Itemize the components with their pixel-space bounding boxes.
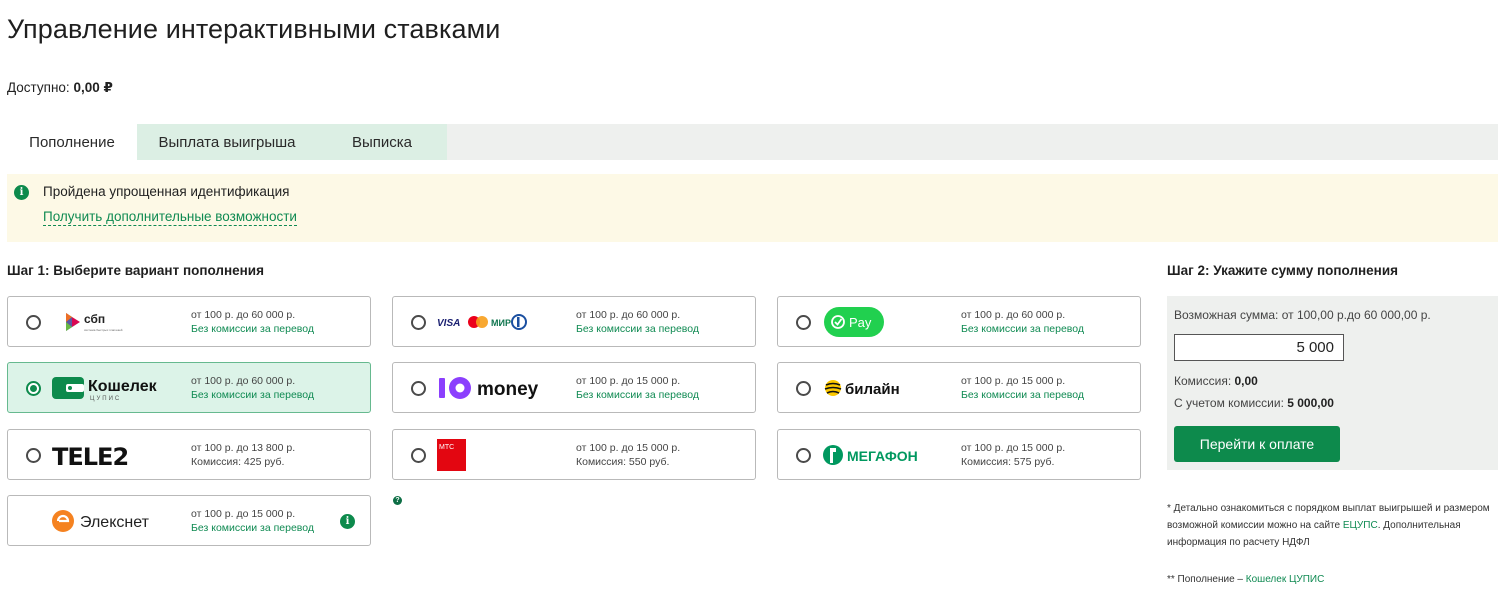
method-fee: Без комиссии за перевод <box>191 522 314 534</box>
method-limits: от 100 р. до 15 000 р. <box>576 375 681 387</box>
total-with-commission: С учетом комиссии: 5 000,00 <box>1174 396 1334 410</box>
method-card-koshelek[interactable]: Кошелек ЦУПИС от 100 р. до 60 000 р. Без… <box>7 362 371 413</box>
method-card-mts[interactable]: МТС от 100 р. до 15 000 р. Комиссия: 550… <box>392 429 756 480</box>
footnote: * Детально ознакомиться с порядком выпла… <box>1167 500 1497 551</box>
sbp-logo-icon: сбп система быстрых платежей <box>66 312 123 332</box>
mir-logo-text: МИР <box>491 318 511 328</box>
radio-button[interactable] <box>411 315 426 330</box>
radio-button[interactable] <box>796 381 811 396</box>
proceed-to-payment-button[interactable]: Перейти к оплате <box>1174 426 1340 462</box>
help-icon[interactable]: ? <box>393 496 402 505</box>
commission-label: Комиссия: <box>1174 374 1232 388</box>
method-fee: Без комиссии за перевод <box>961 389 1084 401</box>
sbp-logo-sub: система быстрых платежей <box>84 328 123 332</box>
method-limits: от 100 р. до 15 000 р. <box>191 508 296 520</box>
balance: Доступно: 0,00 ₽ <box>7 80 113 96</box>
step1-title: Шаг 1: Выберите вариант пополнения <box>7 263 264 278</box>
radio-button[interactable] <box>26 448 41 463</box>
radio-button[interactable] <box>411 381 426 396</box>
method-limits: от 100 р. до 13 800 р. <box>191 442 296 454</box>
total-value: 5 000,00 <box>1287 396 1334 410</box>
method-card-beeline[interactable]: билайн от 100 р. до 15 000 р. Без комисс… <box>777 362 1141 413</box>
total-label: С учетом комиссии: <box>1174 396 1284 410</box>
tele2-logo-icon: TELE2 <box>52 443 129 471</box>
notice-text: Пройдена упрощенная идентификация <box>43 184 290 199</box>
method-card-bank-cards[interactable]: VISA МИР от 100 р. до 60 000 р. Без коми… <box>392 296 756 347</box>
tab-deposit[interactable]: Пополнение <box>7 124 137 160</box>
commission-value: 0,00 <box>1234 374 1258 388</box>
commission: Комиссия: 0,00 <box>1174 374 1258 388</box>
page-title: Управление интерактивными ставками <box>7 14 501 44</box>
method-card-sberpay[interactable]: Pay от 100 р. до 60 000 р. Без комиссии … <box>777 296 1141 347</box>
method-fee: Без комиссии за перевод <box>191 389 314 401</box>
koshelek-logo-sub: ЦУПИС <box>90 396 121 402</box>
method-fee: Без комиссии за перевод <box>191 323 314 335</box>
method-fee: Комиссия: 550 руб. <box>576 456 670 468</box>
tele2-logo-text: TELE2 <box>52 443 128 471</box>
footnote-deposit-prefix: ** Пополнение – <box>1167 574 1246 585</box>
sbp-logo-text: сбп <box>84 312 105 326</box>
beeline-logo-text: билайн <box>845 381 900 398</box>
amount-panel: Возможная сумма: от 100,00 р.до 60 000,0… <box>1167 296 1498 470</box>
more-features-link[interactable]: Получить дополнительные возможности <box>43 209 297 226</box>
method-fee: Комиссия: 425 руб. <box>191 456 285 468</box>
amount-range: Возможная сумма: от 100,00 р.до 60 000,0… <box>1174 308 1431 322</box>
method-card-sbp[interactable]: сбп система быстрых платежей от 100 р. д… <box>7 296 371 347</box>
amount-input[interactable] <box>1174 334 1344 361</box>
identification-notice: i Пройдена упрощенная идентификация Полу… <box>7 174 1498 242</box>
bank-cards-logo-icon: VISA МИР <box>437 314 527 330</box>
mts-logo-icon: МТС <box>437 439 466 471</box>
mts-logo-text: МТС <box>439 444 454 451</box>
tab-statement[interactable]: Выписка <box>317 124 447 160</box>
koshelek-cupis-link[interactable]: Кошелек ЦУПИС <box>1246 574 1325 585</box>
yoomoney-logo-icon: money <box>439 377 539 400</box>
sberpay-logo-icon: Pay <box>824 307 884 337</box>
balance-label: Доступно: <box>7 80 70 95</box>
sberpay-logo-text: Pay <box>849 315 872 330</box>
info-icon[interactable]: i <box>340 514 355 529</box>
radio-button[interactable] <box>796 315 811 330</box>
megafon-logo-text: МЕГАФОН <box>847 448 918 464</box>
method-fee: Без комиссии за перевод <box>961 323 1084 335</box>
method-limits: от 100 р. до 60 000 р. <box>576 309 681 321</box>
megafon-logo-icon: МЕГАФОН <box>823 445 918 465</box>
radio-button[interactable] <box>796 448 811 463</box>
ecups-link[interactable]: ЕЦУПС <box>1343 520 1378 531</box>
method-card-eleksnet[interactable]: Элекснет от 100 р. до 15 000 р. Без коми… <box>7 495 371 546</box>
method-card-tele2[interactable]: TELE2 от 100 р. до 13 800 р. Комиссия: 4… <box>7 429 371 480</box>
yoomoney-logo-text: money <box>477 379 539 400</box>
footnote-deposit: ** Пополнение – Кошелек ЦУПИС <box>1167 574 1324 585</box>
radio-button[interactable] <box>26 381 41 396</box>
radio-button[interactable] <box>26 315 41 330</box>
method-limits: от 100 р. до 15 000 р. <box>576 442 681 454</box>
balance-value: 0,00 ₽ <box>73 80 113 95</box>
beeline-logo-icon: билайн <box>824 380 900 398</box>
method-fee: Без комиссии за перевод <box>576 323 699 335</box>
method-limits: от 100 р. до 60 000 р. <box>191 375 296 387</box>
method-limits: от 100 р. до 60 000 р. <box>961 309 1066 321</box>
method-fee: Комиссия: 575 руб. <box>961 456 1055 468</box>
method-fee: Без комиссии за перевод <box>576 389 699 401</box>
step2-title: Шаг 2: Укажите сумму пополнения <box>1167 263 1399 278</box>
koshelek-logo-text: Кошелек <box>88 378 158 395</box>
visa-logo-text: VISA <box>437 318 460 329</box>
radio-button[interactable] <box>411 448 426 463</box>
method-card-megafon[interactable]: МЕГАФОН от 100 р. до 15 000 р. Комиссия:… <box>777 429 1141 480</box>
koshelek-logo-icon: Кошелек ЦУПИС <box>52 377 158 402</box>
info-icon: i <box>14 185 29 200</box>
method-limits: от 100 р. до 15 000 р. <box>961 442 1066 454</box>
tab-withdrawal[interactable]: Выплата выигрыша <box>137 124 317 160</box>
eleksnet-logo-text: Элекснет <box>80 514 150 531</box>
method-limits: от 100 р. до 15 000 р. <box>961 375 1066 387</box>
method-card-yoomoney[interactable]: money от 100 р. до 15 000 р. Без комисси… <box>392 362 756 413</box>
eleksnet-logo-icon: Элекснет <box>52 510 150 532</box>
tab-bar: Пополнение Выплата выигрыша Выписка <box>7 124 1498 160</box>
method-limits: от 100 р. до 60 000 р. <box>191 309 296 321</box>
